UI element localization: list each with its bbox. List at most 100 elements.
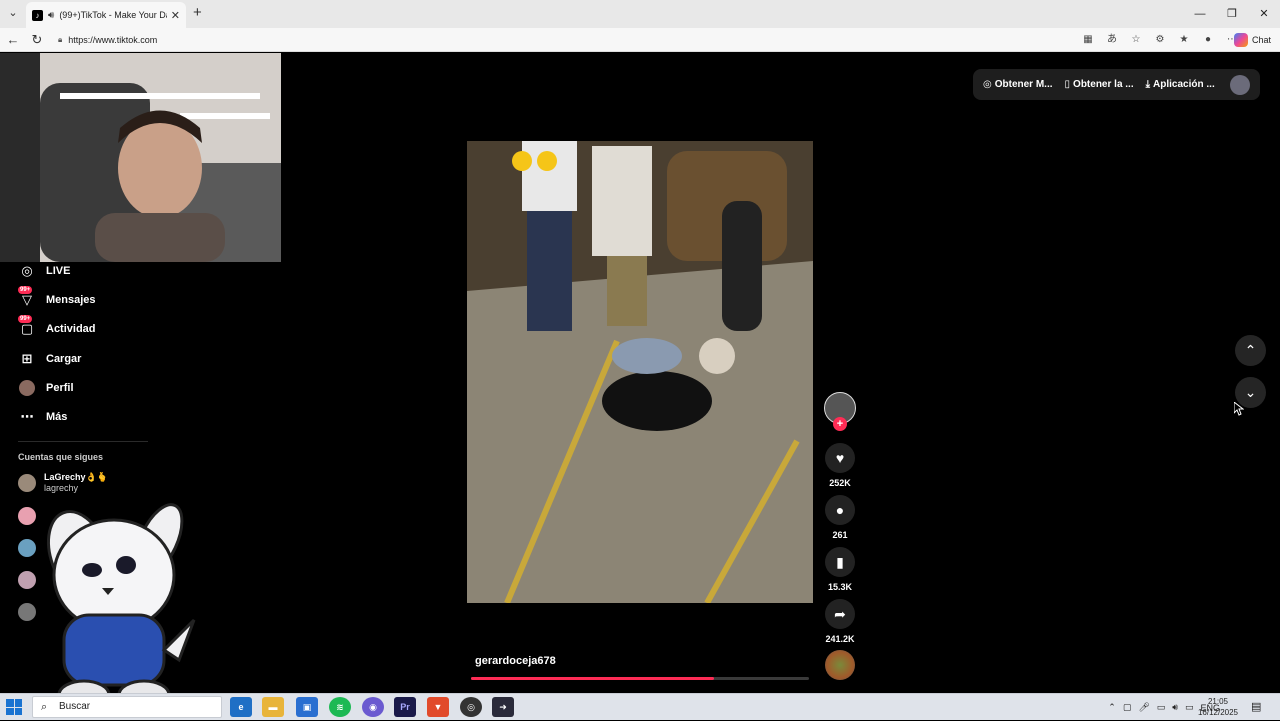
comment-action[interactable]: ● 261	[824, 495, 856, 540]
tab-tiktok[interactable]: ♪ 🔊︎ (99+)TikTok - Make Your Day ✕	[26, 2, 186, 28]
windows-start-icon[interactable]	[6, 699, 22, 715]
comment-count: 261	[832, 530, 848, 540]
network-icon[interactable]: ▭	[1157, 702, 1166, 713]
nav-divider	[18, 441, 148, 442]
video-progress-bar[interactable]	[471, 677, 809, 680]
save-action[interactable]: ▮ 15.3K	[824, 547, 856, 592]
download-app-button[interactable]: ⤓ Aplicación ...	[1146, 79, 1215, 90]
discord-app-icon[interactable]: ◉	[362, 697, 384, 717]
video-player[interactable]	[467, 141, 813, 603]
video-author[interactable]: gerardoceja678	[475, 655, 556, 667]
get-coins-button[interactable]: ◎ Obtener M...	[983, 79, 1053, 90]
premiere-app-icon[interactable]: Pr	[394, 697, 416, 717]
speaker-icon[interactable]: 🔊︎	[48, 10, 54, 21]
nav-item-more[interactable]: ⋯ Más	[18, 406, 68, 428]
get-coins-label: Obtener M...	[994, 79, 1053, 90]
save-count: 15.3K	[827, 582, 853, 592]
nav-label-upload: Cargar	[46, 353, 82, 365]
more-icon: ⋯	[20, 409, 34, 424]
media-app-icon[interactable]: ➜	[492, 697, 514, 717]
video-frame	[467, 141, 813, 603]
tiktok-favicon-icon: ♪	[32, 9, 43, 21]
following-name: LaGrechy👌🫰	[44, 472, 108, 482]
minimize-icon[interactable]: —	[1184, 0, 1216, 28]
following-item[interactable]: LaGrechy👌🫰 lagrechy	[18, 472, 108, 493]
phone-icon: ▯	[1064, 79, 1071, 90]
close-window-icon[interactable]: ✕	[1248, 0, 1280, 28]
microphone-icon[interactable]: 🎤︎	[1138, 702, 1149, 713]
previous-video-button[interactable]: ⌃	[1235, 335, 1266, 366]
app-available-icon[interactable]: ▦	[1076, 31, 1100, 49]
get-app-button[interactable]: ▯ Obtener la ...	[1065, 79, 1134, 90]
close-tab-icon[interactable]: ✕	[171, 9, 180, 22]
tray-chevron-icon[interactable]: ⌃	[1108, 702, 1116, 713]
file-explorer-icon[interactable]: ▬	[262, 697, 284, 717]
avatar	[18, 473, 36, 492]
copilot-chat-button[interactable]: Chat	[1234, 31, 1271, 49]
share-action[interactable]: ➦ 241.2K	[824, 599, 856, 644]
tab-title: (99+)TikTok - Make Your Day	[59, 10, 167, 20]
webcam-feed	[0, 53, 281, 262]
like-action[interactable]: ♥ 252K	[824, 443, 856, 488]
share-icon[interactable]: ➦	[825, 599, 855, 629]
webcam-overlay	[0, 53, 281, 262]
url-field[interactable]: 🔒︎ https://www.tiktok.com	[52, 31, 1072, 49]
search-icon: ⌕	[41, 701, 48, 713]
store-app-icon[interactable]: ▣	[296, 697, 318, 717]
new-tab-icon[interactable]: +	[193, 4, 202, 22]
nav-item-upload[interactable]: ⊞ Cargar	[18, 348, 82, 370]
download-icon: ⤓	[1145, 79, 1151, 90]
profile-icon[interactable]: ●	[1196, 31, 1220, 49]
notifications-icon[interactable]: ▤	[1251, 700, 1261, 713]
translate-icon[interactable]: あ	[1100, 31, 1124, 49]
follow-plus-icon[interactable]: +	[833, 417, 847, 431]
tab-strip: ⌄ ♪ 🔊︎ (99+)TikTok - Make Your Day ✕ + —…	[0, 0, 1280, 28]
taskbar-search[interactable]: ⌕ Buscar	[32, 696, 222, 718]
activity-icon: ▢ 99+	[18, 315, 34, 336]
search-label: Buscar	[59, 701, 91, 712]
messages-badge: 99+	[18, 286, 33, 294]
upload-icon: ⊞	[21, 351, 33, 366]
browser-window: ⌄ ♪ 🔊︎ (99+)TikTok - Make Your Day ✕ + —…	[0, 0, 1280, 720]
edge-app-icon[interactable]: e	[230, 697, 252, 717]
back-icon[interactable]: ←	[4, 31, 22, 49]
favorites-icon[interactable]: ★	[1172, 31, 1196, 49]
following-username: lagrechy	[44, 483, 79, 493]
battery-icon[interactable]: ▭	[1185, 702, 1194, 713]
nav-label-live: LIVE	[46, 265, 71, 277]
messages-icon: ▽ 99+	[18, 286, 33, 307]
favorite-star-icon[interactable]: ☆	[1124, 31, 1148, 49]
extensions-icon[interactable]: ⚙	[1148, 31, 1172, 49]
following-header: Cuentas que sigues	[18, 452, 104, 462]
chevron-down-icon: ⌄	[1244, 384, 1257, 400]
refresh-icon[interactable]: ↻	[28, 31, 46, 49]
mascot-overlay	[47, 503, 196, 711]
volume-icon[interactable]: 🔊︎	[1172, 702, 1178, 713]
spotify-app-icon[interactable]: ≋	[329, 697, 351, 717]
bookmark-icon[interactable]: ▮	[825, 547, 855, 577]
toolbar-icons: ▦ あ ☆ ⚙ ★ ● ⋯	[1076, 31, 1244, 49]
restore-icon[interactable]: ❐	[1216, 0, 1248, 28]
obs-app-icon[interactable]: ◎	[460, 697, 482, 717]
download-app-label: Aplicación ...	[1153, 79, 1215, 90]
clock-date: 16/12/2025	[1197, 708, 1239, 717]
chevron-up-icon: ⌃	[1244, 342, 1257, 358]
header-actions: ◎ Obtener M... ▯ Obtener la ... ⤓ Aplicació…	[973, 69, 1260, 100]
site-info-icon[interactable]: 🔒︎	[58, 31, 62, 49]
nav-item-messages[interactable]: ▽ 99+ Mensajes	[18, 286, 96, 311]
heart-icon[interactable]: ♥	[825, 443, 855, 473]
comment-icon[interactable]: ●	[825, 495, 855, 525]
tab-actions-menu-icon[interactable]: ⌄	[4, 4, 22, 22]
nav-item-live[interactable]: ◎ LIVE	[18, 260, 70, 282]
live-icon: ◎	[21, 263, 33, 278]
copilot-icon	[1234, 33, 1248, 47]
taskbar-clock[interactable]: 21:05 16/12/2025	[1196, 696, 1240, 718]
get-app-label: Obtener la ...	[1073, 79, 1134, 90]
brave-app-icon[interactable]: ▼	[427, 697, 449, 717]
url-text: https://www.tiktok.com	[68, 35, 158, 45]
tray-app-icon[interactable]: ▢	[1123, 702, 1132, 713]
nav-item-activity[interactable]: ▢ 99+ Actividad	[18, 315, 96, 340]
user-avatar[interactable]	[1230, 75, 1250, 95]
nav-item-profile[interactable]: Perfil	[18, 377, 74, 399]
music-disc-icon[interactable]	[825, 650, 855, 680]
